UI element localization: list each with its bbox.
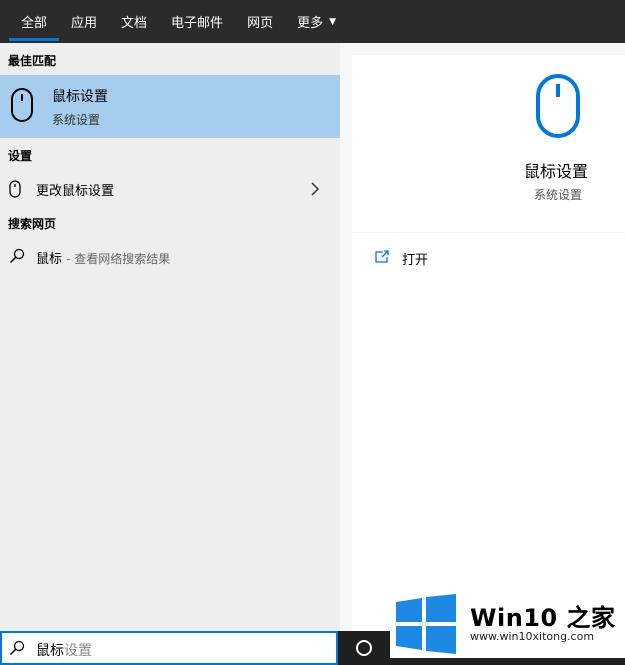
settings-item-change-mouse[interactable]: 更改鼠标设置: [0, 175, 340, 203]
search-filter-tabs: 全部 应用 文档 电子邮件 网页 更多 ▼: [0, 0, 625, 43]
tab-apps[interactable]: 应用: [59, 0, 109, 43]
web-search-item[interactable]: 鼠标 - 查看网络搜索结果: [0, 243, 340, 271]
tab-all-label: 全部: [21, 16, 48, 31]
web-search-item-text: 鼠标 - 查看网络搜索结果: [36, 248, 170, 267]
tab-more-label: 更多: [297, 16, 324, 31]
best-match-heading: 最佳匹配: [8, 54, 57, 68]
best-match-item[interactable]: 鼠标设置 系统设置: [0, 75, 340, 138]
web-search-suffix: - 查看网络搜索结果: [66, 251, 171, 266]
tab-documents[interactable]: 文档: [109, 0, 159, 43]
preview-subtitle: 系统设置: [534, 188, 583, 202]
search-icon: [9, 248, 25, 268]
tab-documents-label: 文档: [121, 16, 148, 31]
best-match-title: 鼠标设置: [52, 89, 108, 105]
open-action[interactable]: 打开: [374, 249, 428, 268]
settings-item-label: 更改鼠标设置: [36, 183, 115, 199]
mouse-icon: [10, 87, 34, 127]
mouse-icon: [9, 180, 21, 202]
search-icon: [9, 640, 25, 660]
watermark-brand: Win10 之家: [470, 604, 616, 632]
chevron-right-icon[interactable]: [310, 181, 320, 201]
tab-email[interactable]: 电子邮件: [159, 0, 235, 43]
search-autocomplete-text: 设置: [64, 643, 92, 659]
tab-more[interactable]: 更多 ▼: [285, 0, 348, 43]
search-query-text: 鼠标设置: [36, 640, 92, 660]
cortana-icon[interactable]: [356, 640, 372, 656]
results-panel: 最佳匹配 鼠标设置 系统设置 设置 更改鼠标设置 搜索网页 鼠标 - 查看网络搜…: [0, 43, 340, 631]
open-icon: [374, 249, 390, 268]
tab-web-label: 网页: [247, 16, 274, 31]
preview-panel: 鼠标设置 系统设置 打开: [340, 43, 625, 631]
open-action-label: 打开: [402, 253, 429, 268]
watermark-url: www.win10xitong.com: [470, 630, 595, 643]
preview-card: 鼠标设置 系统设置: [352, 55, 625, 232]
search-typed-text: 鼠标: [36, 643, 64, 659]
preview-title: 鼠标设置: [524, 162, 589, 181]
tab-web[interactable]: 网页: [235, 0, 285, 43]
search-input[interactable]: 鼠标设置: [0, 631, 338, 665]
watermark: Win10 之家 www.win10xitong.com: [390, 588, 625, 658]
mouse-icon: [535, 73, 581, 143]
web-search-heading: 搜索网页: [8, 217, 57, 231]
caret-down-icon: ▼: [329, 16, 337, 27]
tab-all[interactable]: 全部: [0, 0, 60, 43]
preview-actions: 打开: [352, 233, 625, 631]
best-match-subtitle: 系统设置: [52, 113, 101, 127]
tab-email-label: 电子邮件: [171, 16, 224, 31]
settings-heading: 设置: [8, 149, 33, 163]
windows-logo-icon: [394, 594, 458, 658]
tab-apps-label: 应用: [71, 16, 98, 31]
web-search-query: 鼠标: [36, 251, 63, 267]
